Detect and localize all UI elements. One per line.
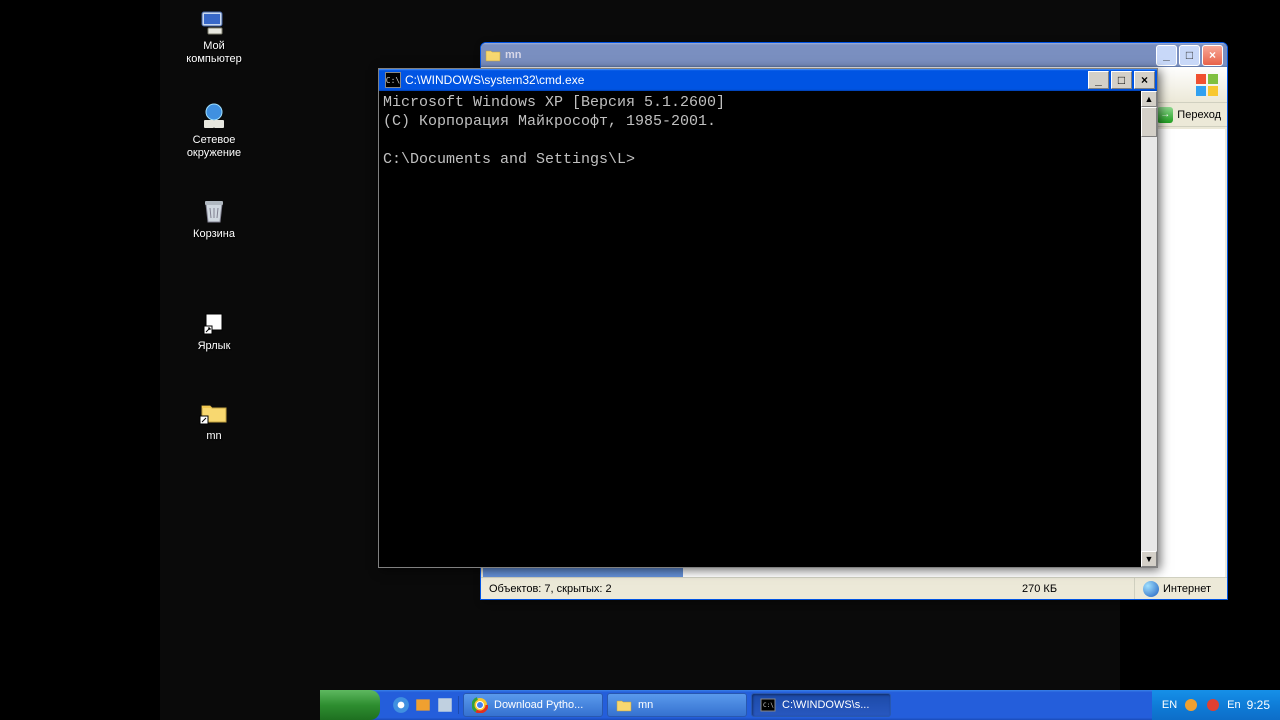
icon-label: Сетевоеокружение: [176, 134, 252, 160]
go-arrow-icon: →: [1157, 107, 1173, 123]
icon-label: Ярлык: [176, 340, 252, 353]
icon-label: mn: [176, 430, 252, 443]
tray-icon[interactable]: [1183, 697, 1199, 713]
task-label: C:\WINDOWS\s...: [782, 699, 869, 711]
status-objects: Объектов: 7, скрытых: 2: [489, 583, 612, 595]
status-size: 270 КБ: [1022, 583, 1057, 595]
quick-launch: [388, 696, 459, 714]
cmd-line: Microsoft Windows XP [Версия 5.1.2600]: [383, 94, 725, 111]
scroll-thumb[interactable]: [1141, 107, 1157, 137]
chrome-icon: [472, 697, 488, 713]
task-label: mn: [638, 699, 653, 711]
start-button[interactable]: [320, 690, 380, 720]
close-button[interactable]: ×: [1134, 71, 1155, 89]
taskbar-item-explorer[interactable]: mn: [607, 693, 747, 717]
cmd-titlebar[interactable]: C:\ C:\WINDOWS\system32\cmd.exe _ □ ×: [379, 69, 1157, 91]
desktop-icon-my-computer[interactable]: Мойкомпьютер: [176, 6, 252, 66]
scroll-down-button[interactable]: ▼: [1141, 551, 1157, 567]
folder-icon: [198, 396, 230, 428]
desktop-icon-recycle-bin[interactable]: Корзина: [176, 194, 252, 241]
minimize-button[interactable]: _: [1088, 71, 1109, 89]
explorer-status-bar: Объектов: 7, скрытых: 2 270 КБ Интернет: [481, 577, 1227, 599]
status-zone-label: Интернет: [1163, 583, 1211, 595]
cmd-prompt: C:\Documents and Settings\L>: [383, 151, 635, 168]
minimize-button[interactable]: _: [1156, 45, 1177, 66]
go-button[interactable]: → Переход: [1157, 107, 1221, 123]
quicklaunch-item[interactable]: [392, 696, 410, 714]
taskbar-item-chrome[interactable]: Download Pytho...: [463, 693, 603, 717]
cmd-icon: C:\: [385, 72, 401, 88]
network-icon: [198, 100, 230, 132]
scroll-track[interactable]: [1141, 107, 1157, 551]
desktop-icon-shortcut[interactable]: Ярлык: [176, 306, 252, 353]
taskbar: Download Pytho... mn C:\ C:\WINDOWS\s...…: [320, 690, 1280, 720]
taskbar-clock[interactable]: 9:25: [1247, 698, 1270, 712]
tray-icon[interactable]: [1205, 697, 1221, 713]
task-label: Download Pytho...: [494, 699, 583, 711]
icon-label: Корзина: [176, 228, 252, 241]
shortcut-icon: [198, 306, 230, 338]
globe-icon: [1143, 581, 1159, 597]
close-button[interactable]: ×: [1202, 45, 1223, 66]
folder-icon: [485, 47, 501, 63]
go-label: Переход: [1177, 109, 1221, 121]
computer-icon: [198, 6, 230, 38]
maximize-button[interactable]: □: [1111, 71, 1132, 89]
icon-label: Мойкомпьютер: [176, 40, 252, 66]
scroll-up-button[interactable]: ▲: [1141, 91, 1157, 107]
folder-icon: [616, 697, 632, 713]
recycle-bin-icon: [198, 194, 230, 226]
cmd-line: (С) Корпорация Майкрософт, 1985-2001.: [383, 113, 716, 130]
system-tray: EN En 9:25: [1152, 690, 1280, 720]
cmd-window[interactable]: C:\ C:\WINDOWS\system32\cmd.exe _ □ × Mi…: [378, 68, 1158, 568]
cmd-icon: C:\: [760, 697, 776, 713]
cmd-scrollbar[interactable]: ▲ ▼: [1141, 91, 1157, 567]
maximize-button[interactable]: □: [1179, 45, 1200, 66]
cmd-terminal[interactable]: Microsoft Windows XP [Версия 5.1.2600] (…: [379, 91, 1141, 567]
language-indicator-2[interactable]: En: [1227, 699, 1240, 711]
taskbar-item-cmd[interactable]: C:\ C:\WINDOWS\s...: [751, 693, 891, 717]
windows-logo-icon: [1193, 71, 1221, 99]
language-indicator[interactable]: EN: [1162, 699, 1177, 711]
window-title: mn: [505, 49, 522, 61]
quicklaunch-item[interactable]: [414, 696, 432, 714]
svg-text:C:\: C:\: [763, 702, 774, 709]
desktop: Мойкомпьютер Сетевоеокружение Корзина Яр…: [160, 0, 1120, 720]
desktop-icon-network[interactable]: Сетевоеокружение: [176, 100, 252, 160]
explorer-titlebar[interactable]: mn _ □ ×: [481, 43, 1227, 67]
window-title: C:\WINDOWS\system32\cmd.exe: [405, 73, 584, 87]
quicklaunch-item[interactable]: [436, 696, 454, 714]
desktop-icon-mn-folder[interactable]: mn: [176, 396, 252, 443]
